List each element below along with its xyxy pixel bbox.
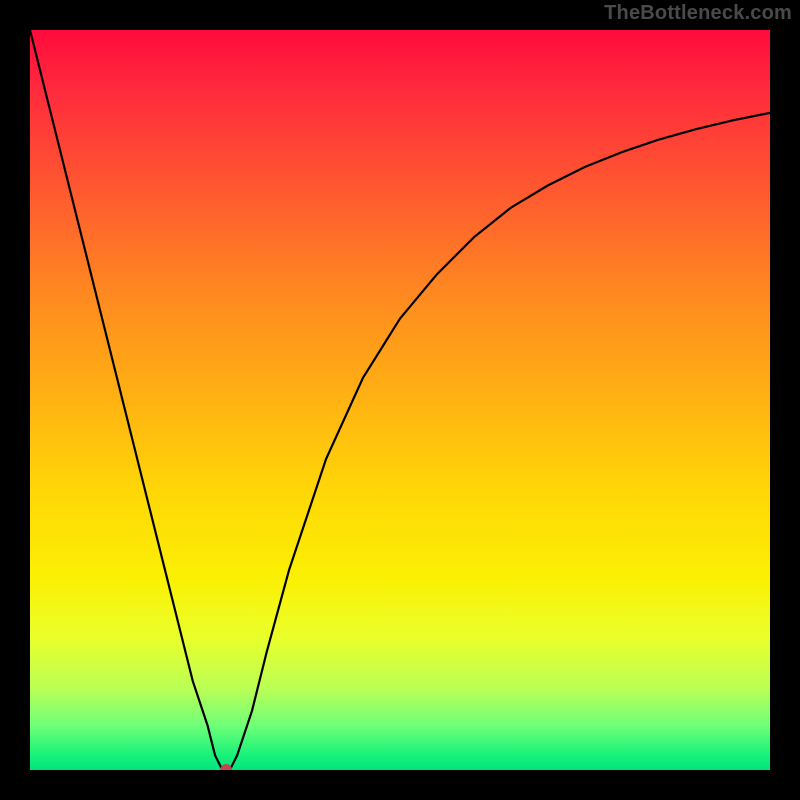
chart-frame: TheBottleneck.com [0,0,800,800]
minimum-marker [220,764,232,770]
bottleneck-curve [30,30,770,770]
curve-layer [30,30,770,770]
plot-area [30,30,770,770]
watermark-text: TheBottleneck.com [604,2,792,25]
